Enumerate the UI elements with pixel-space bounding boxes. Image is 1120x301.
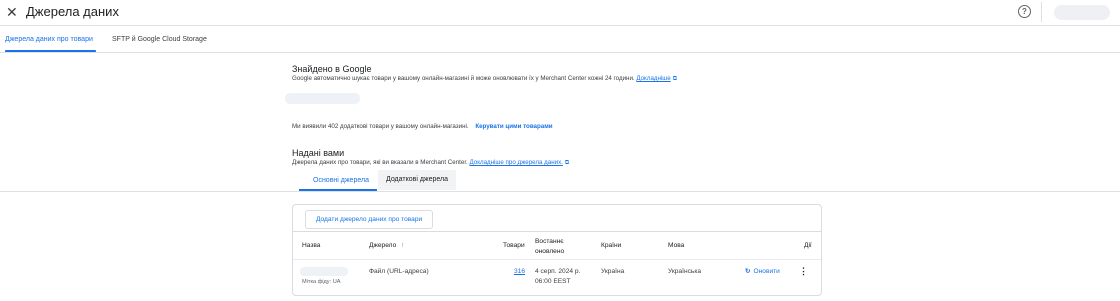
divider	[293, 259, 821, 260]
subtab-supplemental-sources[interactable]: Додаткові джерела	[378, 170, 457, 190]
divider	[1041, 2, 1042, 22]
google-section-text: Google автоматично шукає товари у вашому…	[292, 75, 677, 83]
help-icon[interactable]: ?	[1018, 5, 1031, 18]
page-title: Джерела даних	[26, 4, 119, 19]
store-url-blurred	[285, 93, 360, 104]
refresh-button[interactable]: ↻ Оновити	[745, 267, 780, 275]
learn-more-link[interactable]: Докладніше	[636, 75, 670, 82]
sort-arrow-icon: ↑	[401, 242, 405, 249]
close-icon[interactable]: ✕	[6, 4, 18, 20]
found-count-text: Ми виявили 402 додаткові товари у вашому…	[292, 123, 469, 130]
products-count-link[interactable]: 316	[514, 267, 525, 277]
feed-label: Мітка фіду: UA	[302, 279, 341, 285]
learn-more-sources-link[interactable]: Докладніше про джерела даних.	[470, 159, 563, 166]
language-value: Українська	[668, 268, 702, 275]
last-updated-value: 4 серп. 2024 р. 06:00 EEST	[535, 267, 580, 287]
more-options-icon[interactable]: ⋮	[799, 266, 808, 276]
tab-bar: Джерела даних про товари SFTP й Google C…	[0, 26, 1120, 53]
google-description: Google автоматично шукає товари у вашому…	[292, 75, 635, 82]
google-section-heading: Знайдено в Google	[292, 64, 372, 74]
column-header-actions: Дії	[804, 242, 812, 249]
account-avatar[interactable]	[1054, 5, 1110, 20]
country-value: Україна	[601, 268, 625, 275]
tab-product-sources[interactable]: Джерела даних про товари	[5, 35, 93, 44]
found-products-text: Ми виявили 402 додаткові товари у вашому…	[292, 123, 553, 130]
provided-section-heading: Надані вами	[292, 148, 345, 158]
external-link-icon: ⧉	[564, 160, 570, 166]
column-header-name: Назва	[302, 242, 321, 249]
source-name-blurred[interactable]	[300, 267, 348, 276]
column-header-countries: Країни	[601, 242, 622, 249]
column-header-products: Товари	[503, 242, 525, 249]
last-updated-date: 4 серп. 2024 р.	[535, 268, 581, 275]
divider	[293, 231, 821, 232]
external-link-icon: ⧉	[672, 76, 677, 82]
tab-sftp-gcs[interactable]: SFTP й Google Cloud Storage	[112, 35, 207, 44]
column-header-language: Мова	[668, 242, 685, 249]
manage-products-link[interactable]: Керувати цими товарами	[475, 123, 552, 130]
sources-table-card: Додати джерело даних про товари Назва Дж…	[292, 204, 822, 296]
last-updated-time: 06:00 EEST	[535, 278, 571, 285]
refresh-label: Оновити	[753, 268, 780, 275]
refresh-icon: ↻	[745, 268, 751, 275]
divider	[0, 191, 1120, 192]
column-header-source-label: Джерело	[369, 242, 397, 249]
column-header-source[interactable]: Джерело ↑	[369, 241, 404, 250]
active-tab-indicator	[5, 50, 96, 52]
provided-section-text: Джерела даних про товари, які ви вказали…	[292, 159, 569, 167]
provided-description: Джерела даних про товари, які ви вказали…	[292, 159, 468, 166]
column-header-last-updated: Востаннє оновлено	[535, 238, 565, 255]
source-type: Файл (URL-адреса)	[369, 268, 429, 275]
add-source-button[interactable]: Додати джерело даних про товари	[305, 210, 434, 229]
subtab-primary-sources[interactable]: Основні джерела	[313, 176, 369, 185]
top-bar: ✕ Джерела даних ?	[0, 0, 1120, 26]
